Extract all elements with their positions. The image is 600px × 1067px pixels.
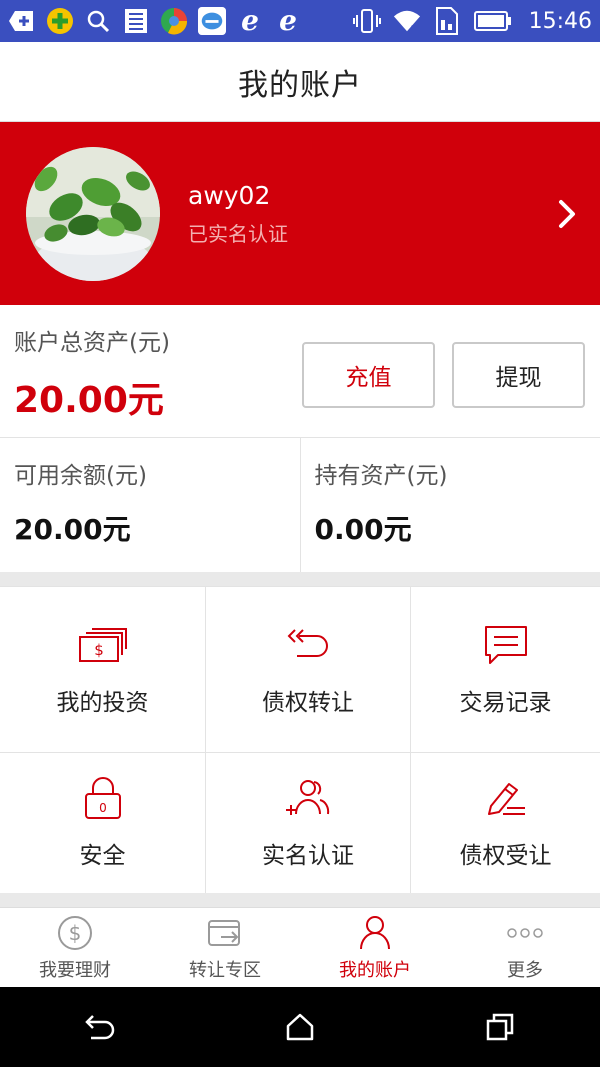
home-icon[interactable] <box>270 997 330 1057</box>
page-title: 我的账户 <box>238 67 362 103</box>
held-assets-value: 0.00元 <box>314 513 412 546</box>
divider <box>0 572 600 586</box>
menu-debt-assignment[interactable]: 债权受让 <box>411 753 600 894</box>
username: awy02 <box>188 180 271 210</box>
recharge-button[interactable]: 充值 <box>302 342 435 408</box>
tab-transfer-zone[interactable]: 转让专区 <box>150 908 300 987</box>
available-balance-label: 可用余额(元) <box>14 463 147 489</box>
clock: 15:46 <box>528 8 592 34</box>
avatar[interactable] <box>26 146 160 281</box>
balances-row: 可用余额(元) 20.00元 持有资产(元) 0.00元 <box>0 438 600 572</box>
profile-banner[interactable]: awy02 已实名认证 <box>0 122 600 305</box>
ie-icon: e <box>236 7 264 35</box>
total-assets-value: 20.00元 <box>14 380 164 421</box>
menu-debt-transfer[interactable]: 债权转让 <box>206 587 411 753</box>
menu-real-name[interactable]: 实名认证 <box>206 753 411 894</box>
exchange-icon <box>206 914 244 952</box>
sim-icon <box>433 7 461 35</box>
chat-icon <box>198 7 226 35</box>
ie-icon: e <box>274 7 302 35</box>
wifi-icon <box>393 7 421 35</box>
withdraw-button[interactable]: 提现 <box>452 342 585 408</box>
total-assets-label: 账户总资产(元) <box>14 330 170 356</box>
tab-more[interactable]: 更多 <box>450 908 600 987</box>
tab-label: 我的账户 <box>339 959 411 981</box>
add-user-icon <box>282 776 334 820</box>
battery-icon <box>473 7 513 35</box>
bottom-tab-bar: $ 我要理财 转让专区 我的账户 更多 <box>0 907 600 987</box>
money-icon: $ <box>77 623 129 667</box>
available-balance-value: 20.00元 <box>14 513 131 546</box>
user-icon <box>356 914 394 952</box>
held-assets: 持有资产(元) 0.00元 <box>299 438 600 572</box>
lock-icon: 0 <box>77 776 129 820</box>
status-bar: e e 15:46 <box>0 0 600 42</box>
menu-label: 债权受让 <box>459 843 552 869</box>
recent-apps-icon[interactable] <box>470 997 530 1057</box>
svg-text:e: e <box>241 7 259 35</box>
message-icon <box>480 623 532 667</box>
divider <box>0 893 600 907</box>
title-bar: 我的账户 <box>0 42 600 122</box>
held-assets-label: 持有资产(元) <box>314 463 448 489</box>
verification-status: 已实名认证 <box>188 221 288 246</box>
menu-grid: $ 我的投资 债权转让 交易记录 0 安全 实名认证 债权受让 <box>0 586 600 894</box>
svg-text:$: $ <box>69 921 82 945</box>
search-icon <box>84 7 112 35</box>
tab-label: 更多 <box>507 959 543 981</box>
add-icon <box>8 7 36 35</box>
menu-label: 交易记录 <box>459 689 552 716</box>
menu-label: 安全 <box>79 843 126 869</box>
plus-app-icon <box>46 7 74 35</box>
menu-security[interactable]: 0 安全 <box>0 753 206 894</box>
news-icon <box>122 7 150 35</box>
chevron-right-icon[interactable] <box>542 184 592 244</box>
tab-label: 转让专区 <box>189 959 261 981</box>
more-icon <box>506 914 544 952</box>
menu-label: 债权转让 <box>262 689 354 716</box>
total-assets-section: 账户总资产(元) 20.00元 充值 提现 <box>0 305 600 438</box>
browser-icon <box>160 7 188 35</box>
tab-invest[interactable]: $ 我要理财 <box>0 908 150 987</box>
dollar-icon: $ <box>56 914 94 952</box>
tab-label: 我要理财 <box>39 959 111 981</box>
menu-my-investment[interactable]: $ 我的投资 <box>0 587 206 753</box>
back-icon[interactable] <box>70 997 130 1057</box>
menu-transactions[interactable]: 交易记录 <box>411 587 600 753</box>
svg-text:0: 0 <box>99 801 107 815</box>
available-balance: 可用余额(元) 20.00元 <box>0 438 300 572</box>
transfer-icon <box>282 623 334 667</box>
menu-label: 我的投资 <box>56 689 149 716</box>
svg-text:e: e <box>279 7 297 35</box>
vibrate-icon <box>352 7 381 35</box>
edit-icon <box>480 776 532 820</box>
menu-label: 实名认证 <box>262 843 354 869</box>
svg-text:$: $ <box>94 641 104 659</box>
tab-my-account[interactable]: 我的账户 <box>300 908 450 987</box>
system-nav-bar <box>0 987 600 1067</box>
profile-info: awy02 已实名认证 <box>188 181 542 247</box>
